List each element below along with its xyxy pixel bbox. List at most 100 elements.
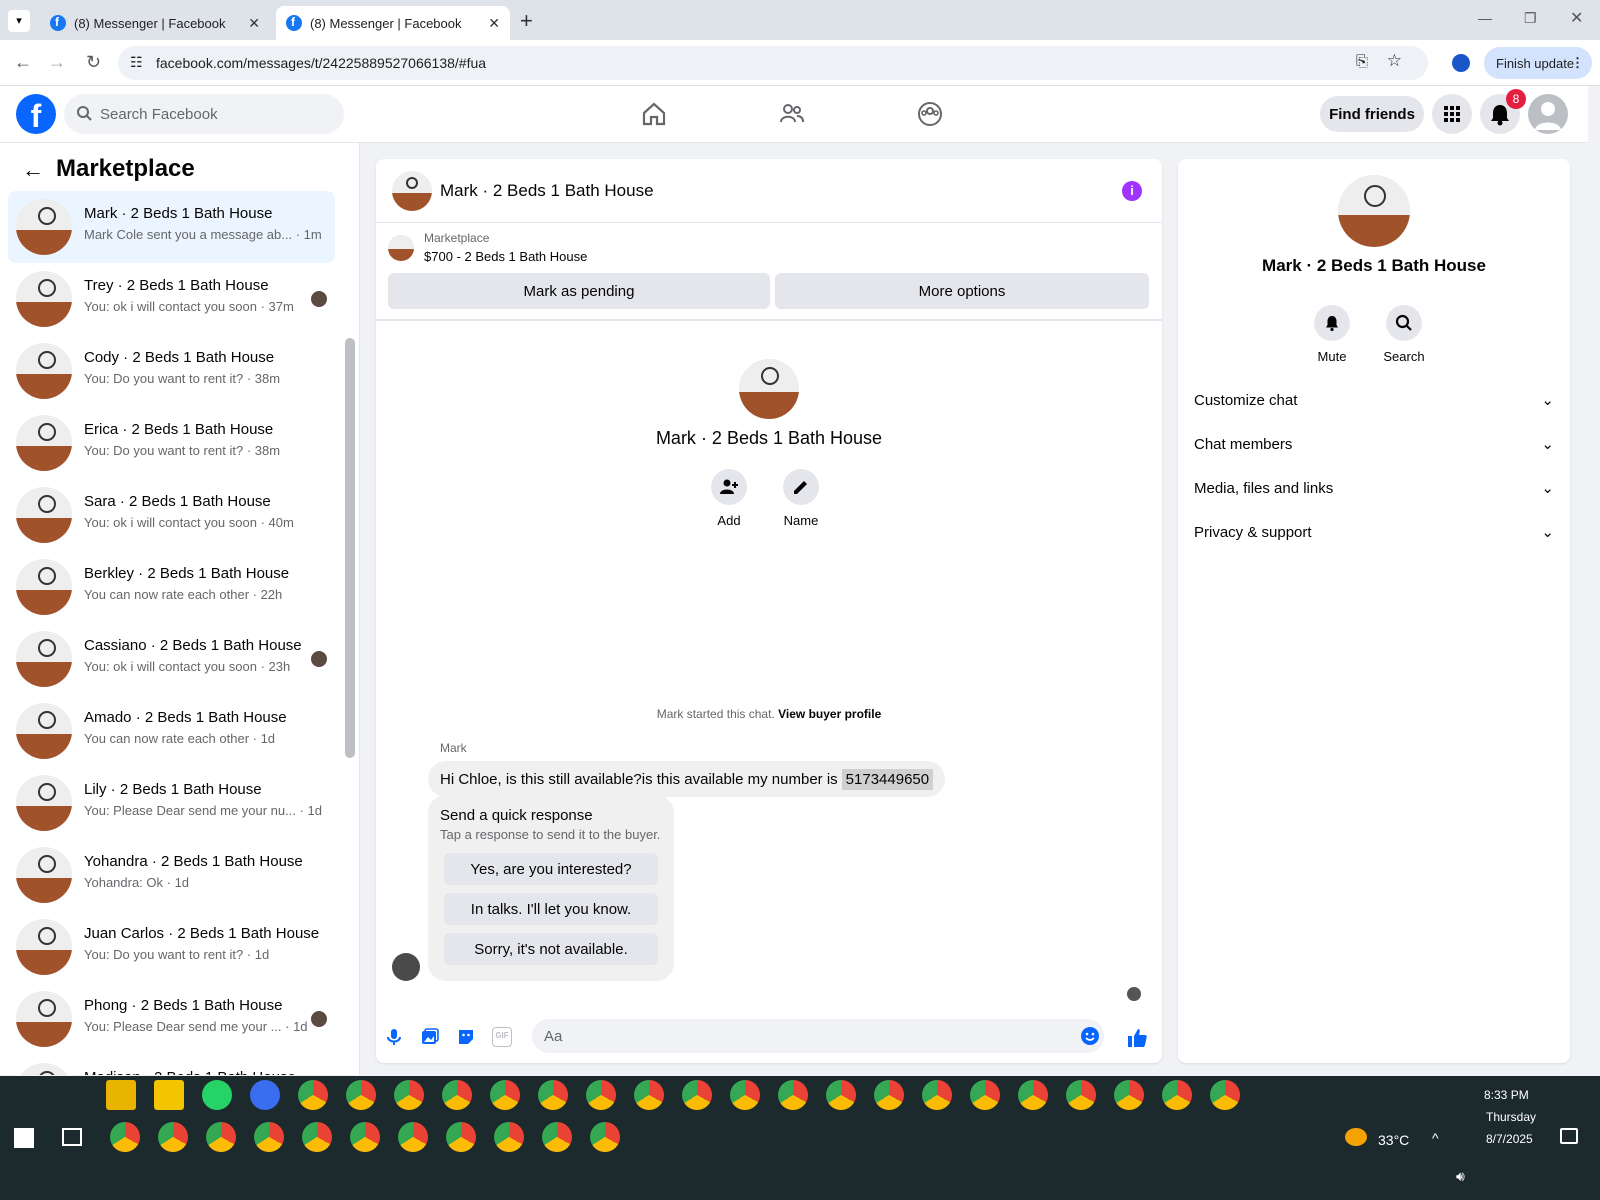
facebook-logo-icon[interactable]: f [16,94,56,134]
sender-avatar[interactable] [392,953,420,981]
chrome-profile-icon[interactable] [922,1080,952,1110]
chat-intro-avatar[interactable] [739,359,799,419]
chrome-profile-icon[interactable] [302,1122,332,1152]
chrome-profile-icon[interactable] [494,1122,524,1152]
conversation-item[interactable]: Sara · 2 Beds 1 Bath House You: ok i will… [8,479,335,551]
chat-members-section[interactable]: Chat members ⌄ [1194,426,1554,462]
photo-icon[interactable] [420,1027,440,1047]
chrome-profile-icon[interactable] [206,1122,236,1152]
chrome-profile-icon[interactable] [490,1080,520,1110]
find-friends-button[interactable]: Find friends [1320,96,1424,132]
chrome-profile-icon[interactable] [446,1122,476,1152]
bookmark-star-icon[interactable]: ☆ [1387,51,1402,71]
conversation-scrollbar[interactable] [345,338,355,758]
chrome-profile-icon[interactable] [1018,1080,1048,1110]
microphone-icon[interactable] [384,1027,404,1047]
gif-icon[interactable]: GIF [492,1027,512,1047]
chrome-profile-icon[interactable] [590,1122,620,1152]
sticky-notes-icon[interactable] [154,1080,184,1110]
conversation-item[interactable]: Erica · 2 Beds 1 Bath House You: Do you w… [8,407,335,479]
sticker-icon[interactable] [456,1027,476,1047]
chrome-profile-icon[interactable] [350,1122,380,1152]
facebook-search-input[interactable]: Search Facebook [64,94,344,134]
account-avatar[interactable] [1528,94,1568,134]
notification-center-icon[interactable] [1560,1128,1578,1144]
weather-temperature[interactable]: 33°C [1378,1132,1409,1148]
chrome-profile-icon[interactable] [970,1080,1000,1110]
phone-number[interactable]: 5173449650 [841,768,934,790]
media-files-links-section[interactable]: Media, files and links ⌄ [1194,470,1554,506]
chrome-profile-icon[interactable] [1114,1080,1144,1110]
browser-tab-2[interactable]: (8) Messenger | Facebook ✕ [276,6,510,40]
chrome-profile-icon[interactable] [634,1080,664,1110]
profile-icon[interactable] [1452,54,1470,72]
address-bar[interactable]: ☷ facebook.com/messages/t/24225889527066… [118,46,1428,80]
chat-title[interactable]: Mark · 2 Beds 1 Bath House [440,181,654,201]
chrome-profile-icon[interactable] [298,1080,328,1110]
chrome-profile-icon[interactable] [778,1080,808,1110]
quick-reply-in-talks[interactable]: In talks. I'll let you know. [444,893,658,925]
add-people-action[interactable]: Add [699,469,759,528]
chrome-profile-icon[interactable] [586,1080,616,1110]
conversation-item[interactable]: Trey · 2 Beds 1 Bath House You: ok i will… [8,263,335,335]
conversation-item[interactable]: Cassiano · 2 Beds 1 Bath House You: ok i … [8,623,335,695]
chrome-profile-icon[interactable] [1066,1080,1096,1110]
bell-icon[interactable] [1314,305,1350,341]
groups-icon[interactable] [916,100,944,128]
new-tab-button[interactable]: + [520,8,533,34]
browser-tab-1[interactable]: (8) Messenger | Facebook ✕ [40,6,270,40]
home-icon[interactable] [640,100,668,128]
chrome-profile-icon[interactable] [682,1080,712,1110]
add-person-icon[interactable] [711,469,747,505]
mute-action[interactable]: Mute [1302,305,1362,364]
incoming-message[interactable]: Hi Chloe, is this still available?is thi… [428,761,946,797]
conversation-item[interactable]: Yohandra · 2 Beds 1 Bath House Yohandra: … [8,839,335,911]
thumbs-up-icon[interactable] [1126,1027,1148,1049]
chrome-profile-icon[interactable] [1162,1080,1192,1110]
chrome-profile-icon[interactable] [346,1080,376,1110]
view-buyer-profile-link[interactable]: View buyer profile [778,707,881,721]
chrome-profile-icon[interactable] [826,1080,856,1110]
back-arrow-icon[interactable]: ← [14,52,32,73]
friends-icon[interactable] [778,100,806,128]
chrome-profile-icon[interactable] [542,1122,572,1152]
close-window-button[interactable]: ✕ [1570,8,1583,28]
windows-start-icon[interactable] [14,1128,34,1148]
kebab-menu-icon[interactable]: ⋮ [1571,55,1584,71]
conversation-item[interactable]: Berkley · 2 Beds 1 Bath House You can now… [8,551,335,623]
chrome-profile-icon[interactable] [730,1080,760,1110]
conversation-item[interactable]: Cody · 2 Beds 1 Bath House You: Do you wa… [8,335,335,407]
name-chat-action[interactable]: Name [771,469,831,528]
chrome-profile-icon[interactable] [1210,1080,1240,1110]
pencil-icon[interactable] [783,469,819,505]
chrome-profile-icon[interactable] [398,1122,428,1152]
close-tab-icon[interactable]: ✕ [488,15,500,32]
taskbar-time[interactable]: 8:33 PM [1484,1088,1529,1102]
details-avatar[interactable] [1338,175,1410,247]
conversation-item[interactable]: Juan Carlos · 2 Beds 1 Bath House You: Do… [8,911,335,983]
tab-list-dropdown[interactable]: ▾ [8,10,30,32]
chrome-profile-icon[interactable] [394,1080,424,1110]
search-action[interactable]: Search [1374,305,1434,364]
site-info-icon[interactable]: ☷ [130,54,143,71]
search-icon[interactable] [1386,305,1422,341]
install-app-icon[interactable]: ⎘ [1356,53,1368,70]
customize-chat-section[interactable]: Customize chat ⌄ [1194,382,1554,418]
quick-reply-not-available[interactable]: Sorry, it's not available. [444,933,658,965]
chrome-profile-icon[interactable] [538,1080,568,1110]
conversation-item[interactable]: Madison · 2 Beds 1 Bath House [8,1055,335,1075]
show-hidden-icons[interactable]: ^ [1432,1130,1439,1146]
info-icon[interactable]: i [1122,181,1142,201]
finish-update-button[interactable]: Finish update ⋮ [1484,47,1592,79]
volume-icon[interactable]: 🔊︎ [1456,1168,1465,1185]
chrome-profile-icon[interactable] [158,1122,188,1152]
chrome-profile-icon[interactable] [254,1122,284,1152]
menu-grid-button[interactable] [1432,94,1472,134]
conversation-item[interactable]: Amado · 2 Beds 1 Bath House You can now r… [8,695,335,767]
conversation-item[interactable]: Phong · 2 Beds 1 Bath House You: Please D… [8,983,335,1055]
forward-arrow-icon[interactable]: → [48,52,66,73]
task-view-icon[interactable] [62,1128,82,1146]
weather-icon[interactable] [1345,1128,1367,1146]
minimize-window-button[interactable]: — [1478,10,1492,26]
chrome-profile-icon[interactable] [442,1080,472,1110]
